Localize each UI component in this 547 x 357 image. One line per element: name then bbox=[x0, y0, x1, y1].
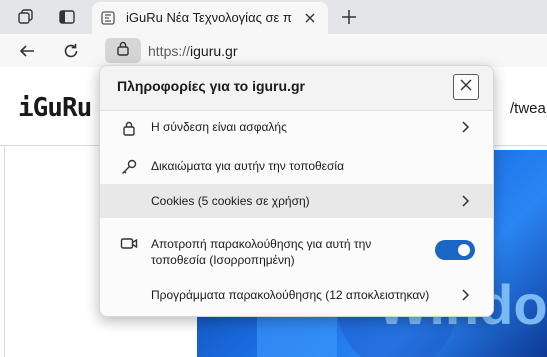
connection-secure-label: Η σύνδεση είναι ασφαλής bbox=[151, 120, 287, 134]
trackers-item[interactable]: Προγράμματα παρακολούθησης (12 αποκλειστ… bbox=[100, 278, 493, 312]
popup-title: Πληροφορίες για το iguru.gr bbox=[117, 78, 305, 94]
tracking-camera-icon bbox=[120, 235, 138, 253]
refresh-button[interactable] bbox=[59, 39, 83, 63]
tab-title: iGuRu Νέα Τεχνολογίας σε πραγματικό χρόν… bbox=[126, 10, 292, 25]
hero-window-pane bbox=[257, 310, 337, 357]
workspaces-icon[interactable] bbox=[15, 6, 37, 28]
content-divider bbox=[4, 145, 5, 357]
lock-icon bbox=[120, 119, 138, 137]
toggle-knob bbox=[458, 244, 470, 256]
tab-bar: iGuRu Νέα Τεχνολογίας σε πραγματικό χρόν… bbox=[0, 0, 547, 34]
permissions-item[interactable]: Δικαιώματα για αυτήν την τοποθεσία bbox=[100, 149, 493, 183]
new-tab-button[interactable] bbox=[338, 6, 360, 28]
site-nav-link[interactable]: /twea bbox=[510, 100, 546, 117]
browser-tab-active[interactable]: iGuRu Νέα Τεχνολογίας σε πραγματικό χρόν… bbox=[92, 2, 328, 34]
navigation-toolbar: https://iguru.gr bbox=[0, 34, 547, 67]
cookies-label: Cookies (5 cookies σε χρήση) bbox=[151, 194, 310, 208]
lock-icon bbox=[116, 40, 130, 61]
back-button[interactable] bbox=[15, 39, 39, 63]
site-logo[interactable]: iGuRu bbox=[18, 93, 92, 123]
tracking-prevention-label: Αποτροπή παρακολούθησης για αυτή την τοπ… bbox=[151, 237, 372, 267]
close-tab-icon[interactable] bbox=[301, 9, 319, 27]
url-scheme: https:// bbox=[148, 43, 191, 59]
tab-actions-icon[interactable] bbox=[56, 6, 78, 28]
address-bar[interactable]: https://iguru.gr bbox=[148, 43, 238, 59]
chevron-right-icon bbox=[458, 288, 472, 302]
cookies-item[interactable]: Cookies (5 cookies σε χρήση) bbox=[100, 184, 493, 218]
key-icon bbox=[120, 158, 138, 176]
site-info-popup: Πληροφορίες για το iguru.gr Η σύνδεση εί… bbox=[99, 65, 494, 317]
popup-header: Πληροφορίες για το iguru.gr bbox=[100, 66, 493, 111]
close-icon bbox=[460, 78, 472, 96]
chevron-right-icon bbox=[458, 120, 472, 134]
tracking-prevention-item: Αποτροπή παρακολούθησης για αυτή την τοπ… bbox=[100, 233, 493, 269]
chevron-right-icon bbox=[458, 194, 472, 208]
trackers-label: Προγράμματα παρακολούθησης (12 αποκλειστ… bbox=[151, 288, 430, 302]
permissions-label: Δικαιώματα για αυτήν την τοποθεσία bbox=[151, 159, 345, 173]
site-favicon-icon bbox=[101, 11, 115, 25]
popup-close-button[interactable] bbox=[453, 74, 479, 100]
url-host: iguru.gr bbox=[190, 43, 238, 59]
connection-secure-item[interactable]: Η σύνδεση είναι ασφαλής bbox=[100, 110, 493, 144]
site-info-button[interactable] bbox=[105, 38, 141, 63]
tracking-prevention-toggle[interactable] bbox=[435, 240, 475, 260]
